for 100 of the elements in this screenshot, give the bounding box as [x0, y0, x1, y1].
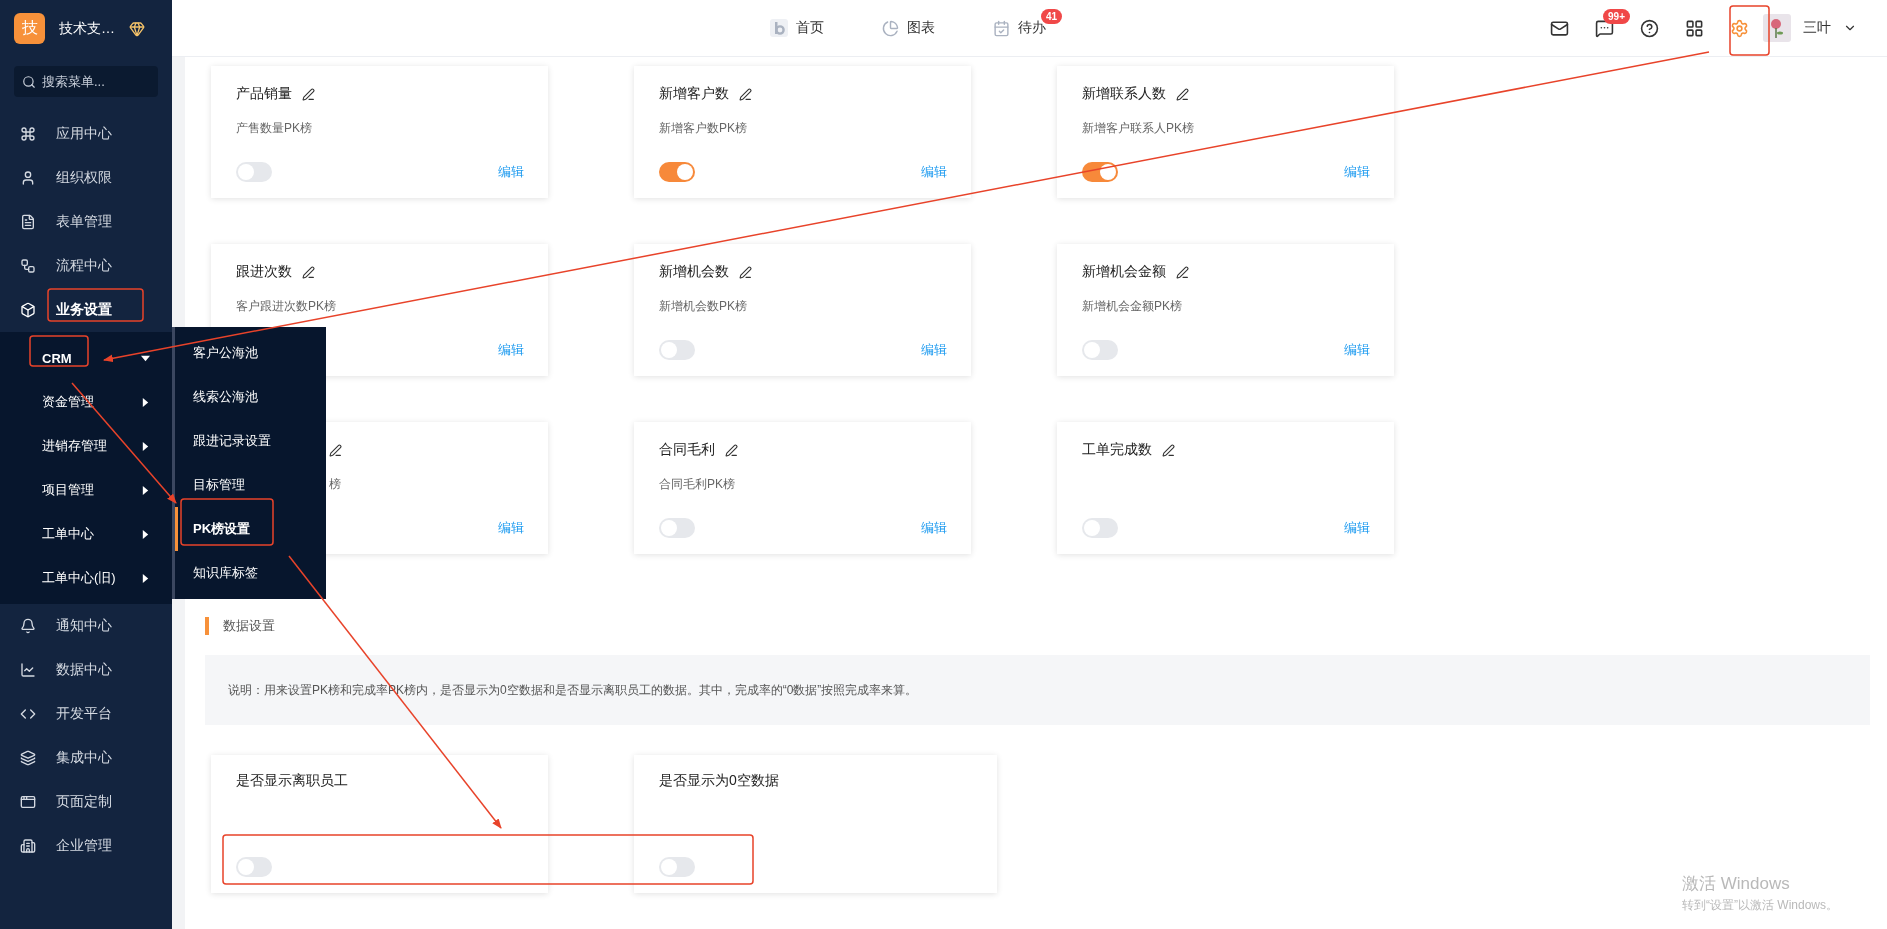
menu-icon [20, 750, 36, 766]
count-badge: 41 [1040, 9, 1062, 24]
flyout-item[interactable]: 客户公海池 [175, 331, 326, 375]
menu-icon [20, 794, 36, 810]
card-description: 新增客户联系人PK榜 [1082, 120, 1194, 134]
search-field[interactable]: 搜索菜单... [14, 66, 158, 97]
card-description: 新增客户数PK榜 [659, 120, 747, 134]
calendar-icon [993, 19, 1010, 37]
caret-icon [141, 485, 150, 495]
toggle-switch[interactable] [659, 518, 695, 538]
card-description: 新增机会数PK榜 [659, 298, 747, 312]
highlight-frame [1729, 5, 1770, 56]
card-title: 工单完成数 [1082, 441, 1152, 459]
activation-text: 转到“设置”以激活 Windows。 [1682, 897, 1838, 914]
edit-pencil-icon[interactable] [1176, 87, 1189, 101]
toggle-switch[interactable] [236, 162, 272, 182]
edit-pencil-icon[interactable] [739, 265, 752, 279]
edit-pencil-icon[interactable] [329, 443, 342, 457]
toggle-switch[interactable] [1082, 162, 1118, 182]
submenu-item[interactable]: 工单中心 [0, 512, 172, 556]
apps-grid-icon[interactable] [1685, 18, 1704, 38]
sidebar-item[interactable]: 组织权限 [0, 156, 172, 200]
sidebar-item[interactable]: 通知中心 [0, 604, 172, 648]
help-icon[interactable] [1640, 18, 1659, 38]
section-title: 数据设置 [223, 617, 275, 635]
submenu-item[interactable]: CRM [0, 336, 172, 380]
caret-icon [141, 529, 150, 539]
toggle-switch[interactable] [236, 857, 272, 877]
sidebar-item[interactable]: 应用中心 [0, 112, 172, 156]
toggle-switch[interactable] [659, 340, 695, 360]
toggle-switch[interactable] [659, 162, 695, 182]
card-title: 产品销量 [236, 85, 292, 103]
sidebar-item[interactable]: 流程中心 [0, 244, 172, 288]
nav-tab[interactable]: 图表 [882, 19, 935, 37]
menu-icon [20, 706, 36, 722]
edit-pencil-icon[interactable] [1176, 265, 1189, 279]
caret-icon [141, 397, 150, 407]
sidebar-item[interactable]: 集成中心 [0, 736, 172, 780]
flyout-item[interactable]: 跟进记录设置 [175, 419, 326, 463]
avatar-icon [1763, 14, 1791, 42]
flyout-item[interactable]: PK榜设置 [175, 507, 326, 551]
search-icon [22, 74, 36, 89]
sidebar-item[interactable]: 表单管理 [0, 200, 172, 244]
card-description: 榜 [329, 476, 341, 490]
sidebar-item[interactable]: 开发平台 [0, 692, 172, 736]
submenu-item[interactable]: 项目管理 [0, 468, 172, 512]
settings-icon[interactable] [1730, 18, 1749, 38]
count-badge: 99+ [1603, 8, 1630, 24]
edit-pencil-icon[interactable] [302, 265, 315, 279]
menu-icon [20, 126, 36, 142]
edit-pencil-icon[interactable] [725, 443, 738, 457]
mail-icon[interactable] [1550, 18, 1569, 38]
card-title: 新增机会数 [659, 263, 729, 281]
toggle-switch[interactable] [1082, 340, 1118, 360]
activation-title: 激活 Windows [1682, 873, 1791, 895]
card-title: 跟进次数 [236, 263, 292, 281]
flyout-item[interactable]: 知识库标签 [175, 551, 326, 595]
org-name[interactable]: 技术支… [59, 19, 115, 38]
toggle-switch[interactable] [659, 857, 695, 877]
card-title: 是否显示为0空数据 [659, 772, 779, 790]
card-description: 产售数量PK榜 [236, 120, 312, 134]
flyout-item[interactable]: 目标管理 [175, 463, 326, 507]
submenu-item[interactable]: 工单中心(旧) [0, 556, 172, 600]
toggle-switch[interactable] [1082, 518, 1118, 538]
submenu-item[interactable]: 进销存管理 [0, 424, 172, 468]
menu-icon [20, 258, 36, 274]
caret-icon [141, 353, 150, 363]
nav-tab[interactable]: 首页 [770, 19, 824, 37]
caret-icon [141, 441, 150, 451]
home-icon [770, 19, 788, 37]
menu-icon [20, 214, 36, 230]
card-description: 新增机会金额PK榜 [1082, 298, 1182, 312]
menu-icon [20, 618, 36, 634]
card-title: 是否显示离职员工 [236, 772, 348, 790]
diamond-icon [129, 20, 145, 37]
edit-pencil-icon[interactable] [1162, 443, 1175, 457]
sidebar-item[interactable]: 业务设置 [0, 288, 172, 332]
pie-chart-icon [882, 19, 899, 37]
sidebar-item[interactable]: 页面定制 [0, 780, 172, 824]
card-title: 新增客户数 [659, 85, 729, 103]
menu-icon [20, 170, 36, 186]
card-title: 新增机会金额 [1082, 263, 1166, 281]
sidebar-item[interactable]: 数据中心 [0, 648, 172, 692]
card-description: 合同毛利PK榜 [659, 476, 735, 490]
card-description: 客户跟进次数PK榜 [236, 298, 336, 312]
flyout-item[interactable]: 线索公海池 [175, 375, 326, 419]
menu-icon [20, 838, 36, 854]
menu-icon [20, 302, 36, 318]
message-icon[interactable] [1595, 18, 1614, 38]
user-menu[interactable]: 三叶 [1763, 14, 1857, 42]
menu-icon [20, 662, 36, 678]
edit-pencil-icon[interactable] [739, 87, 752, 101]
caret-icon [141, 573, 150, 583]
org-logo: 技 [14, 13, 45, 44]
card-title: 合同毛利 [659, 441, 715, 459]
edit-pencil-icon[interactable] [302, 87, 315, 101]
card-title: 新增联系人数 [1082, 85, 1166, 103]
highlight-frame [29, 335, 89, 367]
section-marker [205, 617, 209, 635]
sidebar-item[interactable]: 企业管理 [0, 824, 172, 868]
